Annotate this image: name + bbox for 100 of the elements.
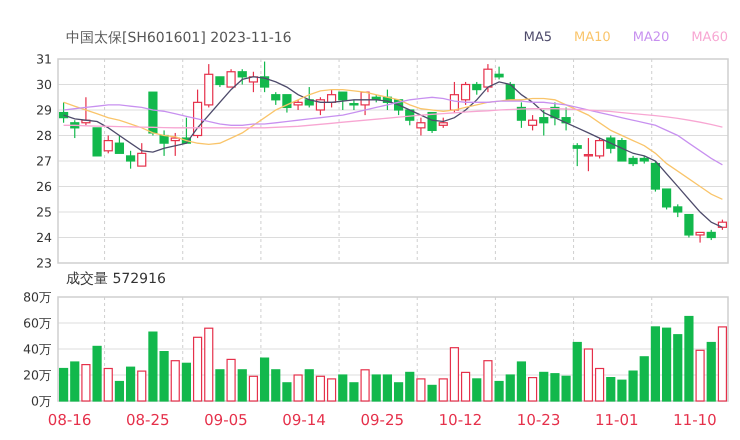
- volume-bar: [628, 370, 638, 402]
- candlestick: [338, 92, 348, 110]
- chart-title: 中国太保[SH601601] 2023-11-16: [66, 29, 292, 48]
- candlestick: [606, 136, 616, 154]
- y-axis-label: 20万: [23, 368, 52, 382]
- volume-bar: [159, 351, 169, 402]
- candlestick: [372, 94, 381, 102]
- volume-bar: [673, 334, 682, 402]
- volume-bar: [271, 369, 280, 402]
- legend-label: MA10: [574, 29, 611, 47]
- candlestick: [416, 118, 426, 136]
- volume-bar: [405, 372, 414, 402]
- legend-label: MA20: [632, 29, 670, 47]
- candlestick: [506, 82, 515, 100]
- candlestick: [550, 102, 560, 126]
- volume-bar: [238, 369, 247, 402]
- volume-bar: [326, 378, 336, 402]
- y-axis-label: 60万: [23, 316, 52, 330]
- candlestick: [92, 127, 102, 156]
- x-axis-label: 08-16: [48, 411, 92, 429]
- volume-bar: [148, 332, 158, 402]
- volume-bar: [304, 369, 314, 402]
- volume-bar: [70, 361, 80, 402]
- candlestick: [238, 69, 247, 84]
- y-axis-label: 80万: [23, 290, 52, 304]
- candlestick: [472, 82, 482, 95]
- y-axis-label: 31: [36, 52, 52, 66]
- candlestick: [460, 82, 470, 105]
- volume-bar: [372, 374, 381, 402]
- candlestick: [640, 156, 649, 164]
- y-axis-label: 0万: [31, 394, 52, 408]
- x-axis-label: 11-01: [594, 411, 639, 429]
- volume-bar: [215, 369, 225, 402]
- volume-bar: [539, 372, 548, 402]
- candlestick: [70, 120, 80, 138]
- candlestick: [450, 82, 460, 113]
- candlestick: [316, 97, 326, 116]
- volume-bar: [293, 374, 303, 402]
- candlestick: [382, 90, 392, 110]
- volume-bar: [338, 374, 348, 402]
- y-axis-label: 24: [36, 230, 52, 245]
- candlestick: [137, 143, 146, 167]
- volume-bar: [606, 377, 616, 402]
- volume-bar: [572, 342, 582, 402]
- candlestick: [58, 102, 68, 123]
- candlestick: [394, 99, 404, 116]
- candlestick: [706, 230, 716, 240]
- x-axis-label: 11-10: [673, 411, 717, 429]
- candlestick: [326, 90, 336, 108]
- candlestick: [271, 92, 280, 105]
- candlestick: [572, 143, 582, 166]
- volume-bar: [550, 373, 560, 402]
- volume-bar: [282, 382, 292, 402]
- volume-bar: [382, 374, 392, 402]
- volume-bar: [427, 384, 437, 402]
- candlestick: [438, 118, 448, 128]
- y-axis-label: 29: [36, 102, 52, 118]
- volume-bar: [316, 376, 326, 402]
- y-axis-label: 25: [36, 204, 52, 220]
- x-axis-label: 09-14: [282, 411, 326, 429]
- x-axis-label: 08-25: [126, 411, 170, 429]
- candlestick: [561, 107, 571, 130]
- volume-title: 成交量 572916: [66, 270, 166, 288]
- volume-bar: [170, 360, 180, 402]
- volume-bar: [640, 356, 649, 402]
- legend-label: MA60: [691, 29, 728, 47]
- candlestick: [204, 64, 214, 108]
- y-axis-label: 28: [36, 128, 52, 143]
- candlestick: [673, 204, 682, 218]
- candlestick: [304, 87, 314, 108]
- volume-bar: [561, 376, 571, 402]
- x-axis-label: 09-05: [204, 411, 248, 429]
- x-axis-label: 10-23: [516, 411, 560, 429]
- volume-bar: [617, 380, 627, 402]
- y-axis-label: 23: [36, 256, 52, 270]
- candlestick: [81, 97, 91, 126]
- volume-bar: [137, 370, 146, 402]
- x-axis-label: 09-25: [360, 411, 404, 429]
- volume-bar: [416, 378, 426, 402]
- y-axis-label: 27: [36, 154, 52, 168]
- volume-bar: [506, 374, 515, 402]
- volume-bar: [226, 358, 236, 402]
- y-axis-label: 26: [36, 179, 52, 194]
- volume-bar: [472, 378, 482, 402]
- volume-bar: [438, 378, 448, 402]
- candlestick: [405, 109, 414, 126]
- volume-bar: [104, 368, 113, 402]
- candlestick: [539, 110, 548, 136]
- x-axis-label: 10-12: [438, 411, 482, 429]
- volume-bar: [706, 342, 716, 402]
- legend-label: MA5: [524, 29, 552, 47]
- candlestick: [170, 132, 180, 156]
- candlestick: [718, 220, 728, 230]
- candlestick: [114, 136, 124, 154]
- volume-bar: [58, 368, 68, 402]
- candlestick: [104, 136, 113, 154]
- y-axis-label: 30: [36, 77, 52, 92]
- candlestick: [126, 150, 136, 169]
- y-axis-label: 40万: [23, 342, 52, 356]
- volume-bar: [394, 382, 404, 402]
